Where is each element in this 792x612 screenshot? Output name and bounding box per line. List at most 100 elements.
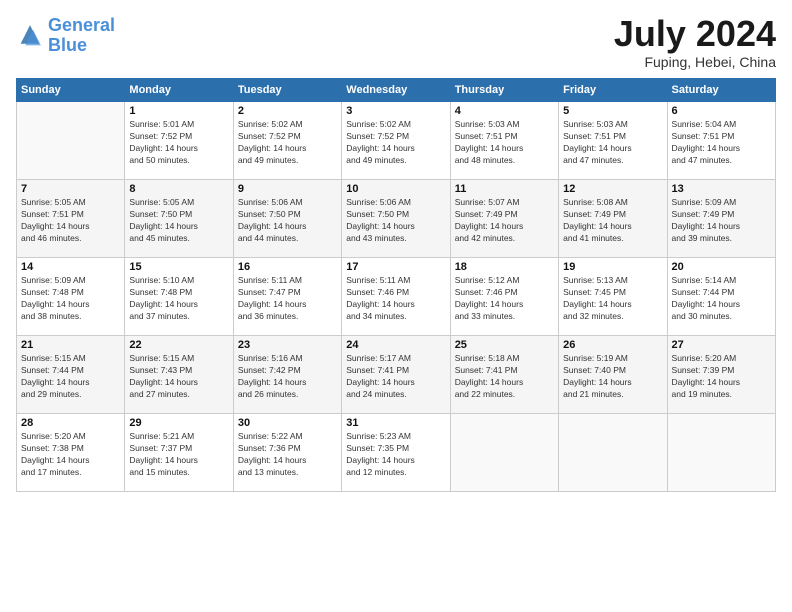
calendar-cell: 10 Sunrise: 5:06 AM Sunset: 7:50 PM Dayli… [342, 180, 450, 258]
day-info: Sunrise: 5:05 AM Sunset: 7:50 PM Dayligh… [129, 197, 228, 245]
calendar-cell: 30Sunrise: 5:22 AM Sunset: 7:36 PM Dayli… [233, 414, 341, 492]
calendar-cell: 13 Sunrise: 5:09 AM Sunset: 7:49 PM Dayli… [667, 180, 775, 258]
calendar-cell: 21Sunrise: 5:15 AM Sunset: 7:44 PM Dayli… [17, 336, 125, 414]
day-info: Sunrise: 5:11 AM Sunset: 7:47 PM Dayligh… [238, 275, 337, 323]
calendar-cell: 20Sunrise: 5:14 AM Sunset: 7:44 PM Dayli… [667, 258, 775, 336]
page-container: General Blue July 2024 Fuping, Hebei, Ch… [0, 0, 792, 612]
header-row: SundayMondayTuesdayWednesdayThursdayFrid… [17, 79, 776, 102]
day-info: Sunrise: 5:19 AM Sunset: 7:40 PM Dayligh… [563, 353, 662, 401]
calendar-cell: 29 Sunrise: 5:21 AM Sunset: 7:37 PM Dayli… [125, 414, 233, 492]
day-number: 6 [672, 105, 771, 117]
day-info: Sunrise: 5:20 AM Sunset: 7:38 PM Dayligh… [21, 431, 120, 479]
day-number: 30 [238, 417, 337, 429]
day-number: 16 [238, 261, 337, 273]
day-info: Sunrise: 5:23 AM Sunset: 7:35 PM Dayligh… [346, 431, 445, 479]
calendar-cell: 26 Sunrise: 5:19 AM Sunset: 7:40 PM Dayli… [559, 336, 667, 414]
day-number: 17 [346, 261, 445, 273]
day-info: Sunrise: 5:03 AM Sunset: 7:51 PM Dayligh… [563, 119, 662, 167]
day-number: 29 [129, 417, 228, 429]
week-row-2: 7 Sunrise: 5:05 AM Sunset: 7:51 PM Daylig… [17, 180, 776, 258]
calendar-cell [559, 414, 667, 492]
calendar-cell: 27Sunrise: 5:20 AM Sunset: 7:39 PM Dayli… [667, 336, 775, 414]
day-number: 14 [21, 261, 120, 273]
calendar-cell [450, 414, 558, 492]
day-info: Sunrise: 5:04 AM Sunset: 7:51 PM Dayligh… [672, 119, 771, 167]
calendar-cell: 9 Sunrise: 5:06 AM Sunset: 7:50 PM Daylig… [233, 180, 341, 258]
day-number: 23 [238, 339, 337, 351]
column-header-thursday: Thursday [450, 79, 558, 102]
calendar-table: SundayMondayTuesdayWednesdayThursdayFrid… [16, 78, 776, 492]
header: General Blue July 2024 Fuping, Hebei, Ch… [16, 16, 776, 70]
day-number: 11 [455, 183, 554, 195]
day-info: Sunrise: 5:06 AM Sunset: 7:50 PM Dayligh… [346, 197, 445, 245]
logo: General Blue [16, 16, 115, 56]
day-info: Sunrise: 5:20 AM Sunset: 7:39 PM Dayligh… [672, 353, 771, 401]
day-info: Sunrise: 5:15 AM Sunset: 7:43 PM Dayligh… [129, 353, 228, 401]
calendar-cell: 28 Sunrise: 5:20 AM Sunset: 7:38 PM Dayli… [17, 414, 125, 492]
day-info: Sunrise: 5:09 AM Sunset: 7:49 PM Dayligh… [672, 197, 771, 245]
day-number: 9 [238, 183, 337, 195]
calendar-cell: 23 Sunrise: 5:16 AM Sunset: 7:42 PM Dayli… [233, 336, 341, 414]
day-info: Sunrise: 5:07 AM Sunset: 7:49 PM Dayligh… [455, 197, 554, 245]
day-info: Sunrise: 5:12 AM Sunset: 7:46 PM Dayligh… [455, 275, 554, 323]
day-info: Sunrise: 5:16 AM Sunset: 7:42 PM Dayligh… [238, 353, 337, 401]
day-number: 2 [238, 105, 337, 117]
calendar-cell: 4 Sunrise: 5:03 AM Sunset: 7:51 PM Daylig… [450, 102, 558, 180]
day-number: 21 [21, 339, 120, 351]
day-number: 10 [346, 183, 445, 195]
calendar-cell: 15Sunrise: 5:10 AM Sunset: 7:48 PM Dayli… [125, 258, 233, 336]
day-info: Sunrise: 5:02 AM Sunset: 7:52 PM Dayligh… [346, 119, 445, 167]
calendar-cell: 31Sunrise: 5:23 AM Sunset: 7:35 PM Dayli… [342, 414, 450, 492]
subtitle: Fuping, Hebei, China [614, 54, 776, 70]
logo-icon [16, 22, 44, 50]
week-row-5: 28 Sunrise: 5:20 AM Sunset: 7:38 PM Dayli… [17, 414, 776, 492]
calendar-cell: 11 Sunrise: 5:07 AM Sunset: 7:49 PM Dayli… [450, 180, 558, 258]
day-number: 25 [455, 339, 554, 351]
day-number: 7 [21, 183, 120, 195]
calendar-cell: 8 Sunrise: 5:05 AM Sunset: 7:50 PM Daylig… [125, 180, 233, 258]
calendar-cell: 25 Sunrise: 5:18 AM Sunset: 7:41 PM Dayli… [450, 336, 558, 414]
column-header-saturday: Saturday [667, 79, 775, 102]
day-number: 20 [672, 261, 771, 273]
day-number: 24 [346, 339, 445, 351]
main-title: July 2024 [614, 16, 776, 52]
column-header-friday: Friday [559, 79, 667, 102]
calendar-cell [17, 102, 125, 180]
calendar-cell: 3Sunrise: 5:02 AM Sunset: 7:52 PM Daylig… [342, 102, 450, 180]
column-header-wednesday: Wednesday [342, 79, 450, 102]
day-info: Sunrise: 5:13 AM Sunset: 7:45 PM Dayligh… [563, 275, 662, 323]
day-number: 28 [21, 417, 120, 429]
logo-text: General Blue [48, 16, 115, 56]
day-number: 26 [563, 339, 662, 351]
calendar-cell: 7 Sunrise: 5:05 AM Sunset: 7:51 PM Daylig… [17, 180, 125, 258]
column-header-sunday: Sunday [17, 79, 125, 102]
calendar-cell: 19 Sunrise: 5:13 AM Sunset: 7:45 PM Dayli… [559, 258, 667, 336]
day-number: 18 [455, 261, 554, 273]
calendar-cell: 6 Sunrise: 5:04 AM Sunset: 7:51 PM Daylig… [667, 102, 775, 180]
week-row-3: 14 Sunrise: 5:09 AM Sunset: 7:48 PM Dayli… [17, 258, 776, 336]
day-info: Sunrise: 5:05 AM Sunset: 7:51 PM Dayligh… [21, 197, 120, 245]
week-row-4: 21Sunrise: 5:15 AM Sunset: 7:44 PM Dayli… [17, 336, 776, 414]
week-row-1: 1Sunrise: 5:01 AM Sunset: 7:52 PM Daylig… [17, 102, 776, 180]
day-info: Sunrise: 5:21 AM Sunset: 7:37 PM Dayligh… [129, 431, 228, 479]
day-number: 12 [563, 183, 662, 195]
day-number: 4 [455, 105, 554, 117]
column-header-monday: Monday [125, 79, 233, 102]
day-info: Sunrise: 5:06 AM Sunset: 7:50 PM Dayligh… [238, 197, 337, 245]
day-info: Sunrise: 5:08 AM Sunset: 7:49 PM Dayligh… [563, 197, 662, 245]
column-header-tuesday: Tuesday [233, 79, 341, 102]
title-block: July 2024 Fuping, Hebei, China [614, 16, 776, 70]
day-info: Sunrise: 5:03 AM Sunset: 7:51 PM Dayligh… [455, 119, 554, 167]
calendar-cell: 12 Sunrise: 5:08 AM Sunset: 7:49 PM Dayli… [559, 180, 667, 258]
day-info: Sunrise: 5:09 AM Sunset: 7:48 PM Dayligh… [21, 275, 120, 323]
day-info: Sunrise: 5:18 AM Sunset: 7:41 PM Dayligh… [455, 353, 554, 401]
calendar-cell: 1Sunrise: 5:01 AM Sunset: 7:52 PM Daylig… [125, 102, 233, 180]
day-number: 22 [129, 339, 228, 351]
day-number: 8 [129, 183, 228, 195]
day-info: Sunrise: 5:17 AM Sunset: 7:41 PM Dayligh… [346, 353, 445, 401]
day-number: 13 [672, 183, 771, 195]
calendar-cell: 14 Sunrise: 5:09 AM Sunset: 7:48 PM Dayli… [17, 258, 125, 336]
calendar-cell: 18 Sunrise: 5:12 AM Sunset: 7:46 PM Dayli… [450, 258, 558, 336]
day-number: 19 [563, 261, 662, 273]
calendar-cell [667, 414, 775, 492]
